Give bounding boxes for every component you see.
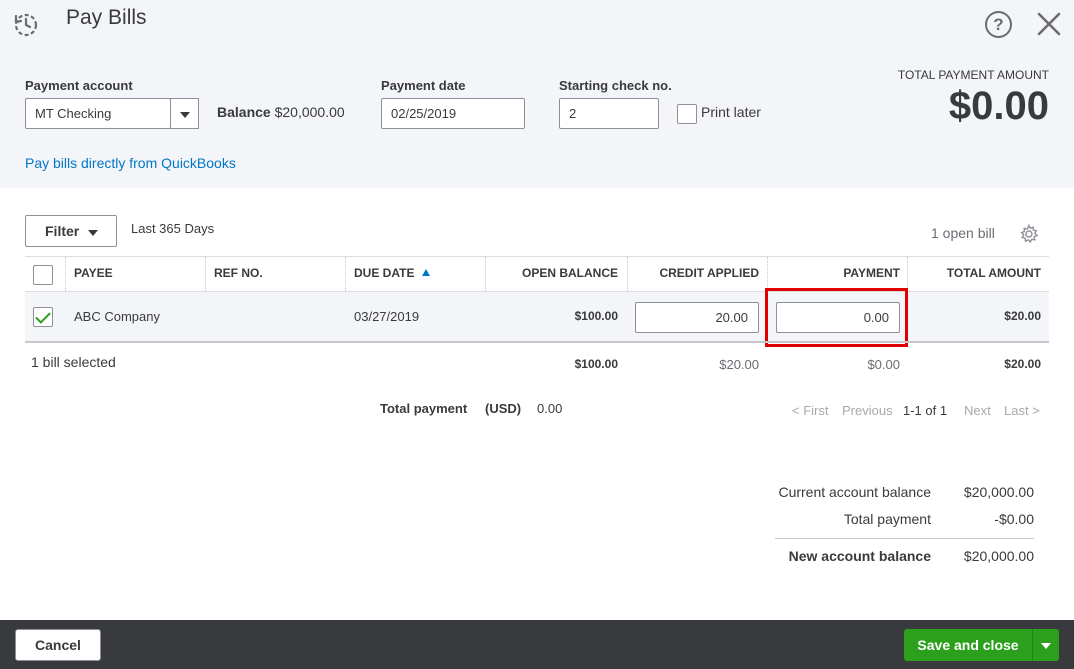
balance-divider — [775, 538, 1034, 539]
summary-open-balance: $100.00 — [574, 357, 618, 371]
total-payment-label: Total payment — [380, 401, 468, 416]
total-payment-amount-value: $0.00 — [948, 84, 1049, 128]
print-later-checkbox[interactable] — [677, 104, 697, 124]
print-later-label: Print later — [701, 104, 761, 120]
summary-payment: $0.00 — [867, 357, 900, 372]
open-balance-cell: $100.00 — [574, 309, 618, 323]
payee-cell: ABC Company — [74, 309, 160, 324]
pay-directly-link[interactable]: Pay bills directly from QuickBooks — [25, 155, 236, 171]
starting-check-label: Starting check no. — [559, 78, 672, 93]
recent-transactions-icon[interactable] — [12, 10, 40, 38]
pager-previous[interactable]: Previous — [842, 403, 893, 418]
page-title: Pay Bills — [66, 6, 147, 29]
row-bottom-border — [25, 341, 1049, 343]
column-header-payee[interactable]: PAYEE — [74, 266, 113, 280]
total-payment-currency: (USD) — [485, 401, 522, 416]
payment-account-dropdown-button[interactable] — [170, 98, 199, 129]
total-amount-cell: $20.00 — [1004, 309, 1041, 323]
cancel-button[interactable]: Cancel — [15, 629, 101, 661]
open-bill-count: 1 open bill — [931, 225, 995, 241]
payment-date-input[interactable]: 02/25/2019 — [381, 98, 525, 129]
total-payment-value: 0.00 — [537, 401, 563, 416]
pager-first[interactable]: < First — [792, 403, 828, 418]
payment-account-select[interactable]: MT Checking — [25, 98, 171, 129]
summary-total-amount: $20.00 — [1004, 357, 1041, 371]
date-range-text: Last 365 Days — [131, 221, 215, 236]
new-balance-label: New account balance — [788, 548, 931, 564]
total-payment-summary-value: -$0.00 — [994, 511, 1034, 527]
column-header-total-amount[interactable]: TOTAL AMOUNT — [908, 266, 1041, 280]
payment-account-label: Payment account — [25, 78, 133, 93]
payment-input-highlight — [765, 288, 908, 347]
gear-icon[interactable] — [1019, 224, 1039, 244]
balance-label: Balance — [217, 104, 271, 120]
due-date-label: DUE DATE — [354, 266, 415, 280]
bills-selected-text: 1 bill selected — [31, 354, 116, 370]
column-header-credit-applied[interactable]: CREDIT APPLIED — [628, 266, 759, 280]
column-header-due-date[interactable]: DUE DATE — [354, 266, 430, 280]
row-select-checkbox[interactable] — [33, 307, 53, 327]
column-header-payment[interactable]: PAYMENT — [768, 266, 900, 280]
new-balance-value: $20,000.00 — [963, 548, 1034, 564]
pager-next[interactable]: Next — [964, 403, 991, 418]
filter-button[interactable]: Filter — [25, 215, 117, 247]
due-date-cell: 03/27/2019 — [354, 309, 420, 324]
current-balance-value: $20,000.00 — [963, 484, 1034, 500]
column-header-ref-no[interactable]: REF NO. — [214, 266, 263, 280]
table-top-border — [25, 256, 1049, 257]
payment-date-label: Payment date — [381, 78, 466, 93]
total-payment-amount-label: TOTAL PAYMENT AMOUNT — [897, 68, 1049, 82]
total-payment-summary-label: Total payment — [843, 511, 931, 527]
close-icon[interactable] — [1034, 9, 1064, 39]
column-header-open-balance[interactable]: OPEN BALANCE — [486, 266, 618, 280]
starting-check-input[interactable]: 2 — [559, 98, 659, 129]
credit-applied-input[interactable]: 20.00 — [635, 302, 759, 333]
summary-credit-applied: $20.00 — [719, 357, 759, 372]
select-all-checkbox[interactable] — [33, 265, 53, 285]
save-options-dropdown-button[interactable] — [1032, 629, 1059, 661]
account-balance: Balance $20,000.00 — [217, 104, 345, 120]
sort-ascending-icon — [421, 269, 430, 276]
pager-range: 1-1 of 1 — [903, 403, 948, 418]
balance-value: $20,000.00 — [274, 104, 345, 120]
help-icon[interactable]: ? — [985, 11, 1012, 38]
pager-last[interactable]: Last > — [1004, 403, 1040, 418]
save-and-close-button[interactable]: Save and close — [904, 629, 1032, 661]
current-balance-label: Current account balance — [778, 484, 931, 500]
